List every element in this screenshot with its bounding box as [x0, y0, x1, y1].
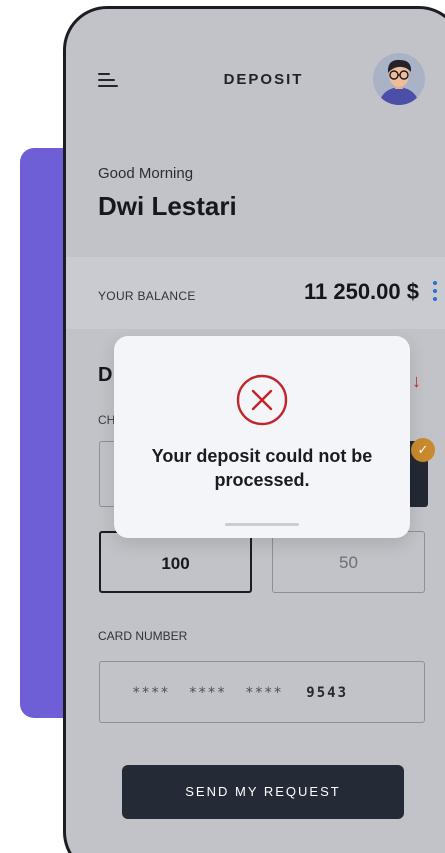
greeting-salutation: Good Morning [98, 165, 194, 182]
card-number-field[interactable]: **** **** **** 9543 [99, 661, 425, 723]
balance-label: YOUR BALANCE [98, 289, 196, 303]
error-x-icon [236, 374, 288, 426]
balance-row: YOUR BALANCE 11 250.00 $ [66, 257, 445, 329]
more-vertical-icon[interactable] [433, 281, 437, 303]
amount-option[interactable]: 50 [272, 531, 425, 593]
user-name: Dwi Lestari [98, 191, 237, 221]
check-badge-icon: ✓ [411, 438, 435, 462]
send-request-button[interactable]: SEND MY REQUEST [122, 765, 404, 819]
arrow-down-icon: ↓ [412, 371, 421, 391]
user-avatar-icon [379, 59, 419, 105]
avatar[interactable] [373, 53, 425, 105]
card-number-label: CARD NUMBER [98, 629, 188, 643]
card-number-last4: 9543 [306, 685, 349, 701]
card-number-mask: **** **** **** [132, 685, 283, 701]
modal-drag-handle[interactable] [225, 523, 299, 526]
amount-option-selected[interactable]: 100 [99, 531, 252, 593]
error-modal: Your deposit could not be processed. [114, 336, 410, 538]
error-message: Your deposit could not be processed. [151, 446, 373, 490]
deposit-section-heading: D [98, 364, 113, 386]
balance-value: 11 250.00 $ [303, 279, 419, 304]
deposit-section-label: CH [98, 413, 116, 427]
